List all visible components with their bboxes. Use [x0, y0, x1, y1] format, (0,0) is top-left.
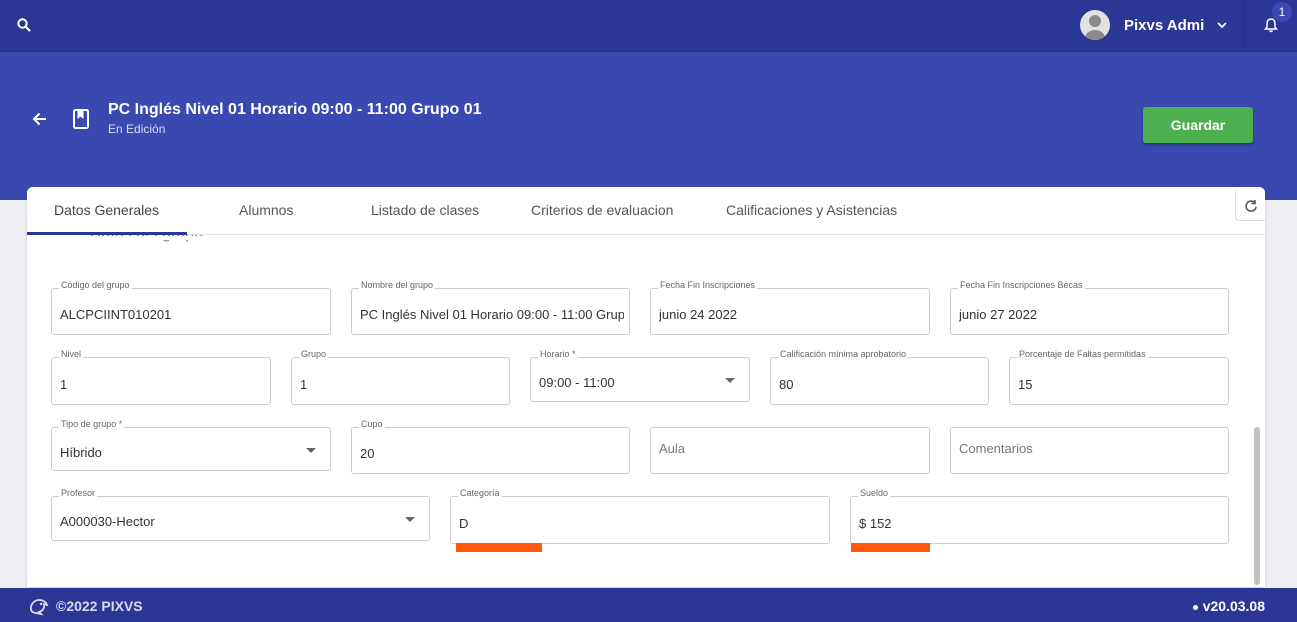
tab-alumnos[interactable]: Alumnos	[239, 202, 293, 218]
page-header: PC Inglés Nivel 01 Horario 09:00 - 11:00…	[0, 52, 1297, 200]
fecha-fin-becas-field[interactable]: Fecha Fin Inscripciones Becas junio 27 2…	[950, 280, 1229, 335]
field-value: 20	[360, 446, 375, 461]
form-top-edge	[27, 236, 1227, 240]
tab-bar: Datos Generales Alumnos Listado de clase…	[27, 187, 1265, 235]
aula-field[interactable]: Aula	[650, 427, 930, 474]
field-value: ALCPCIINT010201	[60, 307, 172, 322]
scrollbar-thumb[interactable]	[1254, 427, 1260, 585]
horario-select[interactable]: Horario * 09:00 - 11:00	[530, 349, 750, 402]
annotation-underline	[851, 543, 930, 552]
pixvs-logo-icon	[29, 599, 49, 616]
field-value: $ 152	[859, 516, 892, 531]
tab-listado-clases[interactable]: Listado de clases	[371, 202, 479, 218]
notification-badge: 1	[1272, 2, 1292, 22]
field-label: Tipo de grupo *	[59, 419, 125, 429]
version-label: v20.03.08	[1202, 598, 1265, 614]
profesor-select[interactable]: Profesor A000030-Hector	[51, 488, 430, 541]
dropdown-arrow-icon	[725, 378, 735, 383]
dropdown-arrow-icon	[405, 517, 415, 522]
codigo-field[interactable]: Código del grupo ALCPCIINT010201	[51, 280, 331, 335]
field-placeholder: Comentarios	[959, 441, 1033, 456]
save-button[interactable]: Guardar	[1143, 107, 1253, 143]
field-value: 1	[60, 377, 68, 392]
field-label: Fecha Fin Inscripciones	[658, 280, 758, 290]
field-value: 1	[300, 377, 308, 392]
field-value: 15	[1018, 377, 1033, 392]
tipo-grupo-select[interactable]: Tipo de grupo * Híbrido	[51, 419, 331, 471]
field-label: Nombre del grupo	[359, 280, 436, 290]
search-icon[interactable]	[16, 17, 32, 33]
tab-datos-generales[interactable]: Datos Generales	[54, 202, 159, 218]
sueldo-field[interactable]: Sueldo $ 152	[850, 488, 1229, 544]
refresh-button[interactable]	[1235, 191, 1265, 221]
field-label: Categoría	[458, 488, 502, 498]
field-label: Porcentaje de Faltas permitidas	[1017, 349, 1148, 359]
field-value: junio 24 2022	[659, 307, 738, 322]
nombre-field[interactable]: Nombre del grupo PC Inglés Nivel 01 Hora…	[351, 280, 630, 335]
status-dot	[1192, 604, 1198, 610]
field-value: D	[459, 516, 469, 531]
cupo-field[interactable]: Cupo 20	[351, 419, 630, 474]
divider	[1243, 0, 1244, 52]
page-title: PC Inglés Nivel 01 Horario 09:00 - 11:00…	[108, 101, 482, 118]
footer: ©2022 PIXVS v20.03.08	[0, 588, 1297, 622]
page-status: En Edición	[108, 122, 166, 136]
field-label: Fecha Fin Inscripciones Becas	[958, 280, 1085, 290]
arrow-left-icon[interactable]	[32, 111, 48, 127]
tab-criterios-evaluacion[interactable]: Criterios de evaluacion	[531, 202, 673, 218]
active-tab-indicator	[27, 232, 187, 235]
field-label: Profesor	[59, 488, 98, 498]
grupo-field[interactable]: Grupo 1	[291, 349, 510, 405]
field-placeholder: Aula	[659, 441, 686, 456]
top-bar: Pixvs Admi 1	[0, 0, 1297, 52]
field-label: Sueldo	[858, 488, 891, 498]
faltas-field[interactable]: Porcentaje de Faltas permitidas 15	[1009, 349, 1229, 405]
field-label: Horario *	[538, 349, 578, 359]
user-menu[interactable]: Pixvs Admi	[1080, 10, 1228, 40]
annotation-underline	[456, 543, 542, 552]
field-value: 09:00 - 11:00	[539, 375, 615, 390]
dropdown-arrow-icon	[306, 448, 316, 453]
tab-calificaciones-asistencias[interactable]: Calificaciones y Asistencias	[726, 202, 897, 218]
version-text: v20.03.08	[1192, 598, 1265, 614]
field-value: PC Inglés Nivel 01 Horario 09:00 - 11:00…	[360, 307, 624, 322]
field-value: Híbrido	[60, 445, 102, 460]
avatar	[1080, 10, 1110, 40]
field-label: Nivel	[59, 349, 84, 359]
fecha-fin-field[interactable]: Fecha Fin Inscripciones junio 24 2022	[650, 280, 930, 335]
comentarios-field[interactable]: Comentarios	[950, 427, 1229, 474]
field-label: Grupo	[299, 349, 329, 359]
field-label: Cupo	[359, 419, 385, 429]
nivel-field[interactable]: Nivel 1	[51, 349, 271, 405]
field-value: 80	[779, 377, 794, 392]
field-label: Código del grupo	[59, 280, 132, 290]
field-value: A000030-Hector	[60, 514, 155, 529]
calificacion-field[interactable]: Calificación mínima aprobatorio 80	[770, 349, 989, 405]
copyright-text: ©2022 PIXVS	[56, 598, 143, 614]
field-label: Calificación mínima aprobatorio	[778, 349, 909, 359]
chevron-down-icon	[1217, 22, 1227, 29]
field-value: junio 27 2022	[959, 307, 1038, 322]
book-icon	[73, 109, 89, 129]
categoria-field[interactable]: Categoría D	[450, 488, 830, 544]
user-name: Pixvs Admi	[1124, 16, 1205, 34]
refresh-icon	[1245, 200, 1257, 212]
